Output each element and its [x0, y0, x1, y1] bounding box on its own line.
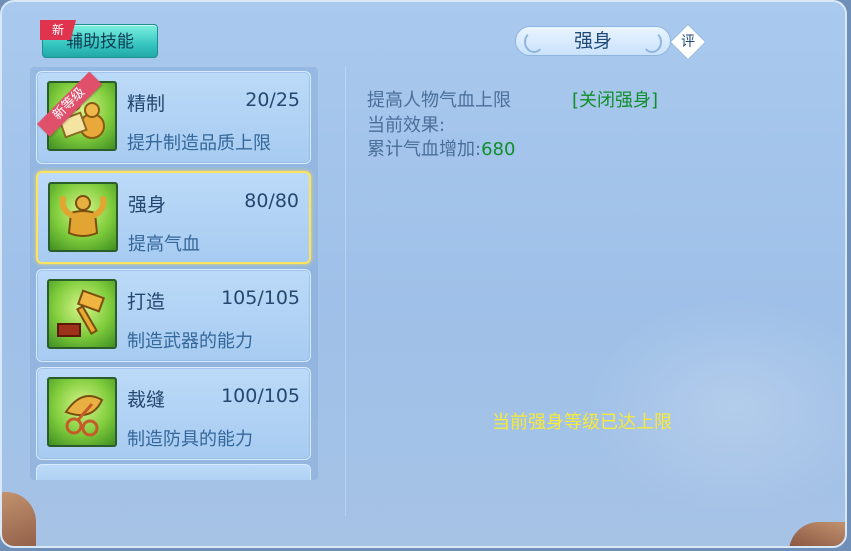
skill-card-forge[interactable]: 打造 105/105 制造武器的能力: [36, 269, 311, 362]
tab-auxiliary-skills-label: 辅助技能: [66, 32, 134, 52]
skill-description: 制造武器的能力: [127, 331, 253, 352]
skill-level: 100/105: [221, 385, 300, 407]
cumulative-hp-value: 680: [481, 139, 516, 160]
corner-ornament-right: [789, 522, 845, 546]
skill-list[interactable]: 新等级 精制 20/25 提升制造品质上限 强身 80/80 提高气血 打造 1…: [30, 67, 318, 480]
max-level-notice: 当前强身等级已达上限: [492, 412, 672, 433]
skill-name: 精制: [127, 93, 166, 115]
skill-description: 提高气血: [128, 234, 200, 255]
skill-description: 制造防具的能力: [127, 429, 253, 450]
rate-badge-label: 评: [681, 34, 695, 50]
detail-title: 强身: [515, 26, 671, 56]
swirl-right-icon: [642, 31, 662, 53]
skill-level: 20/25: [245, 89, 300, 111]
effect-description: 提高人物气血上限: [367, 90, 511, 111]
skill-name: 强身: [128, 194, 167, 216]
new-flag-badge: 新: [40, 20, 76, 40]
current-effect-label: 当前效果:: [367, 115, 446, 136]
corner-ornament-left: [2, 492, 36, 546]
skill-card-strengthen[interactable]: 强身 80/80 提高气血: [36, 171, 311, 264]
strongman-icon: [48, 182, 118, 252]
skill-description: 提升制造品质上限: [127, 133, 271, 154]
skill-level: 80/80: [244, 190, 299, 212]
skill-name: 裁缝: [127, 389, 166, 411]
skill-card-tailor[interactable]: 裁缝 100/105 制造防具的能力: [36, 367, 311, 460]
skill-name: 打造: [127, 291, 166, 313]
skill-card-partial[interactable]: [36, 464, 311, 480]
close-strengthen-button[interactable]: [关闭强身]: [572, 86, 658, 112]
hammer-icon: [47, 279, 117, 349]
skill-card-refine[interactable]: 新等级 精制 20/25 提升制造品质上限: [36, 71, 311, 164]
skill-level: 105/105: [221, 287, 300, 309]
detail-title-text: 强身: [573, 30, 612, 52]
panel-divider: [345, 66, 346, 516]
cumulative-hp-label: 累计气血增加:: [367, 139, 482, 160]
lotus-background-decoration: [585, 296, 845, 516]
swirl-left-icon: [524, 31, 544, 53]
scissors-leaf-icon: [47, 377, 117, 447]
cumulative-hp-row: 累计气血增加:680: [367, 135, 515, 161]
